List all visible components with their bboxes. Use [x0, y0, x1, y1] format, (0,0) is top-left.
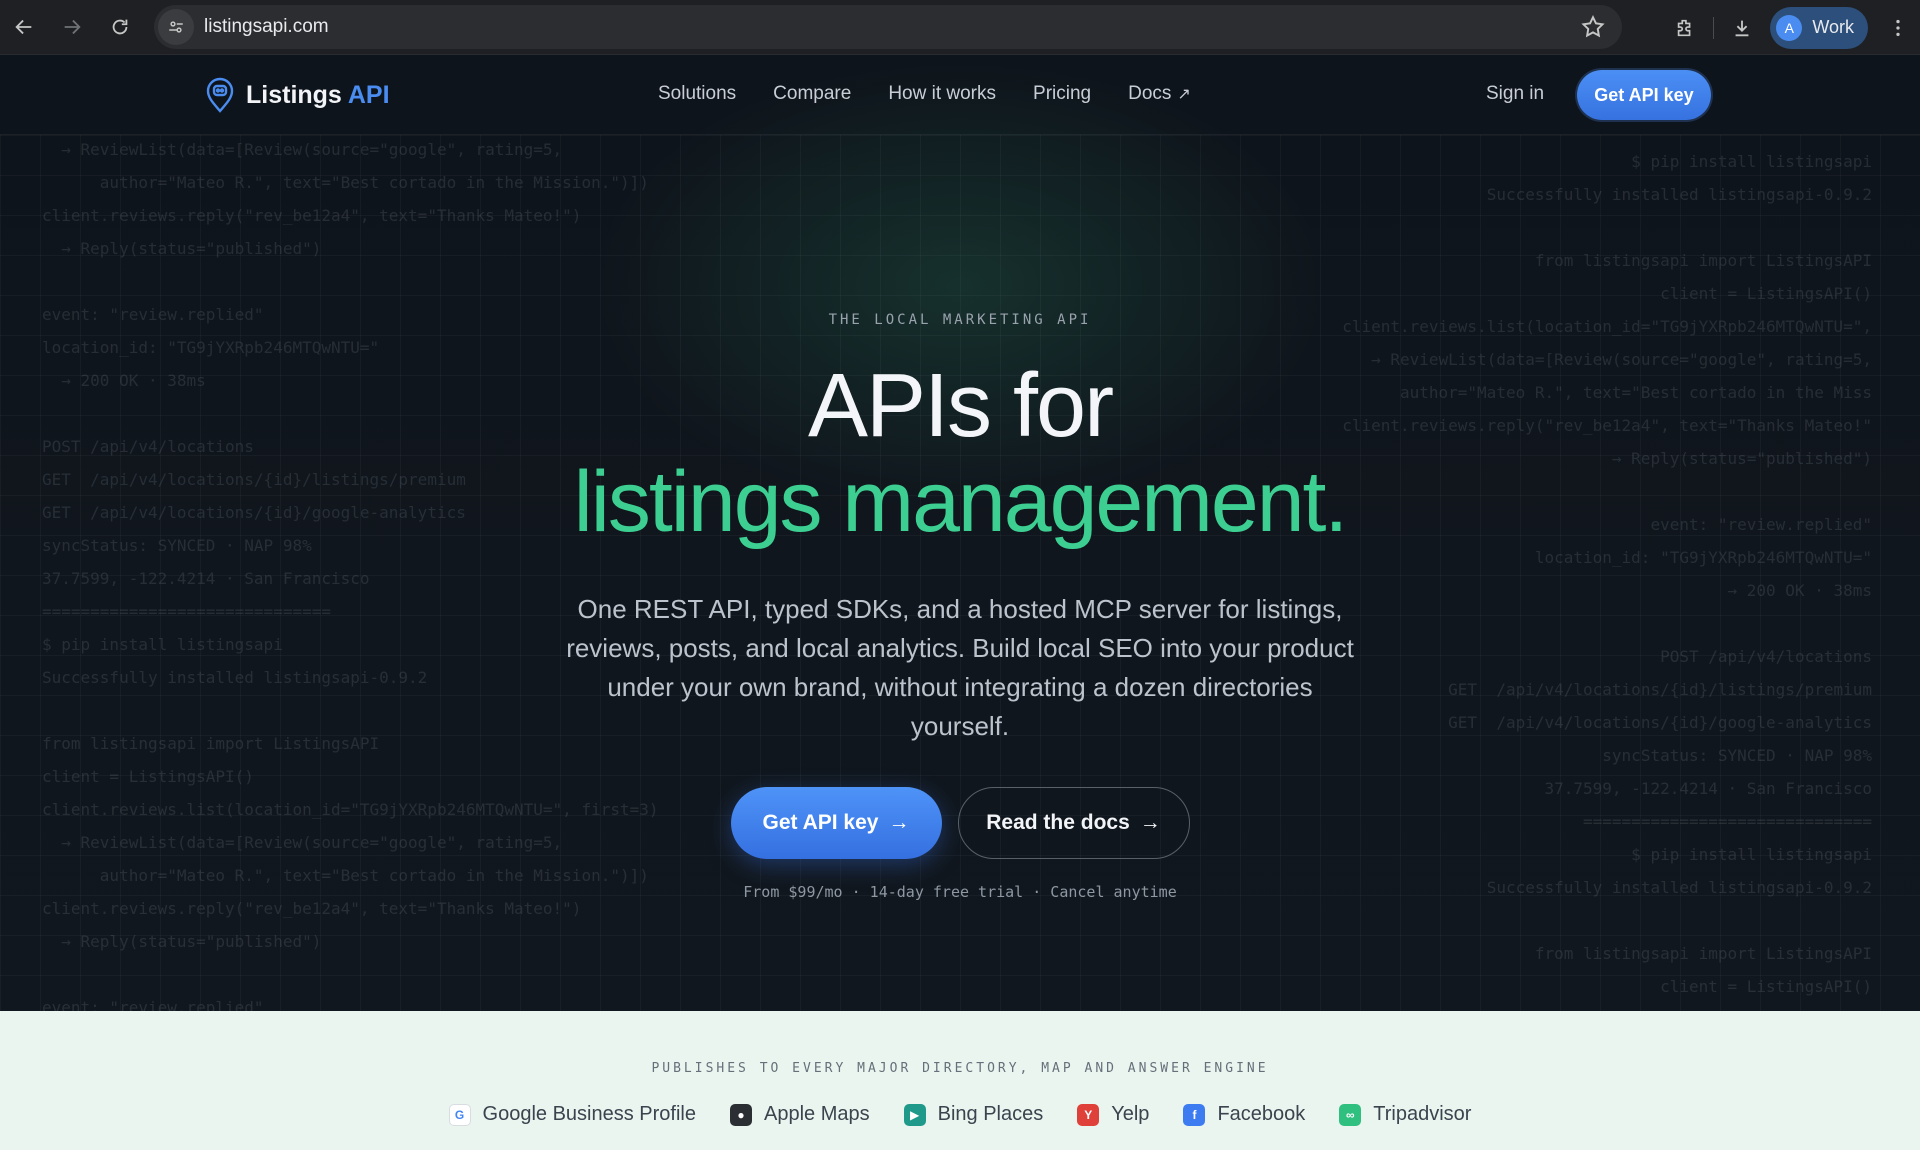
more-menu-icon[interactable] [1876, 6, 1920, 50]
extensions-icon[interactable] [1663, 6, 1707, 50]
read-docs-button[interactable]: Read the docs → [957, 787, 1190, 859]
yelp-icon: Y [1077, 1103, 1100, 1126]
nav-pricing[interactable]: Pricing [1033, 83, 1091, 105]
url-text[interactable]: listingsapi.com [204, 16, 329, 38]
address-bar[interactable]: listingsapi.com [154, 5, 1622, 49]
directory-apple-maps: ● Apple Maps [729, 1103, 870, 1126]
directory-yelp: Y Yelp [1077, 1103, 1149, 1126]
read-docs-label: Read the docs [986, 811, 1130, 834]
toolbar-divider [1713, 16, 1715, 39]
nav-docs[interactable]: Docs ↗ [1128, 83, 1191, 105]
site-settings-icon[interactable] [158, 9, 194, 45]
hero-cta-row: Get API key → Read the docs → [0, 787, 1920, 859]
google-icon: G [448, 1103, 471, 1126]
hero-subhead: One REST API, typed SDKs, and a hosted M… [566, 594, 1354, 741]
nav-compare[interactable]: Compare [773, 83, 851, 105]
directories-band: PUBLISHES TO EVERY MAJOR DIRECTORY, MAP … [0, 1011, 1920, 1150]
main-menu: Solutions Compare How it works Pricing D… [658, 83, 1191, 105]
apple-maps-icon: ● [729, 1103, 752, 1126]
directory-bing: ▶ Bing Places [903, 1103, 1044, 1126]
tripadvisor-icon: ∞ [1339, 1103, 1362, 1126]
directory-google: G Google Business Profile [448, 1103, 696, 1126]
directory-label: Apple Maps [763, 1103, 870, 1125]
directories-title: PUBLISHES TO EVERY MAJOR DIRECTORY, MAP … [651, 1061, 1269, 1076]
background-code-left: → ReviewList(data=[Review(source="google… [42, 140, 659, 1011]
nav-solutions[interactable]: Solutions [658, 83, 736, 105]
sign-in-link[interactable]: Sign in [1486, 83, 1544, 105]
hero-headline-line1: APIs for [807, 356, 1114, 456]
directory-label: Bing Places [937, 1103, 1044, 1125]
profile-button[interactable]: A Work [1770, 6, 1868, 49]
logo-text: Listings API [246, 80, 390, 109]
arrow-right-icon: → [1139, 811, 1161, 834]
hero-eyebrow: THE LOCAL MARKETING API [828, 312, 1092, 328]
get-api-key-label: Get API key [762, 811, 879, 834]
avatar: A [1776, 14, 1803, 41]
directory-label: Tripadvisor [1373, 1103, 1472, 1125]
bing-icon: ▶ [903, 1103, 926, 1126]
location-pin-icon [206, 77, 234, 113]
directory-facebook: f Facebook [1183, 1103, 1305, 1126]
download-icon[interactable] [1720, 6, 1764, 50]
arrow-right-icon: → [888, 811, 910, 834]
hero-headline-line2: listings management. [573, 454, 1349, 550]
directories-list: G Google Business Profile ● Apple Maps ▶… [0, 1103, 1920, 1126]
forward-icon[interactable] [52, 7, 92, 47]
site-logo[interactable]: Listings API [204, 77, 390, 113]
browser-toolbar: listingsapi.com A Work [0, 0, 1920, 55]
site-header: Listings API Solutions Compare How it wo… [0, 55, 1920, 135]
profile-name: Work [1812, 17, 1854, 37]
pricing-fineprint: From $99/mo · 14-day free trial · Cancel… [743, 883, 1177, 901]
background-code-right: $ pip install listingsapi Successfully i… [1342, 152, 1872, 996]
external-link-icon: ↗ [1177, 86, 1191, 103]
get-api-key-button[interactable]: Get API key → [730, 787, 942, 859]
directory-tripadvisor: ∞ Tripadvisor [1339, 1103, 1471, 1126]
header-get-api-key-button[interactable]: Get API key [1577, 70, 1711, 120]
back-icon[interactable] [4, 7, 44, 47]
directory-label: Google Business Profile [482, 1103, 696, 1125]
directory-label: Yelp [1111, 1103, 1150, 1125]
reload-icon[interactable] [100, 7, 140, 47]
directory-label: Facebook [1217, 1103, 1306, 1125]
hero-section: → ReviewList(data=[Review(source="google… [0, 55, 1920, 1011]
nav-docs-label: Docs [1128, 83, 1172, 104]
nav-how-it-works[interactable]: How it works [888, 83, 996, 105]
bookmark-star-icon[interactable] [1580, 14, 1606, 40]
facebook-icon: f [1183, 1103, 1206, 1126]
